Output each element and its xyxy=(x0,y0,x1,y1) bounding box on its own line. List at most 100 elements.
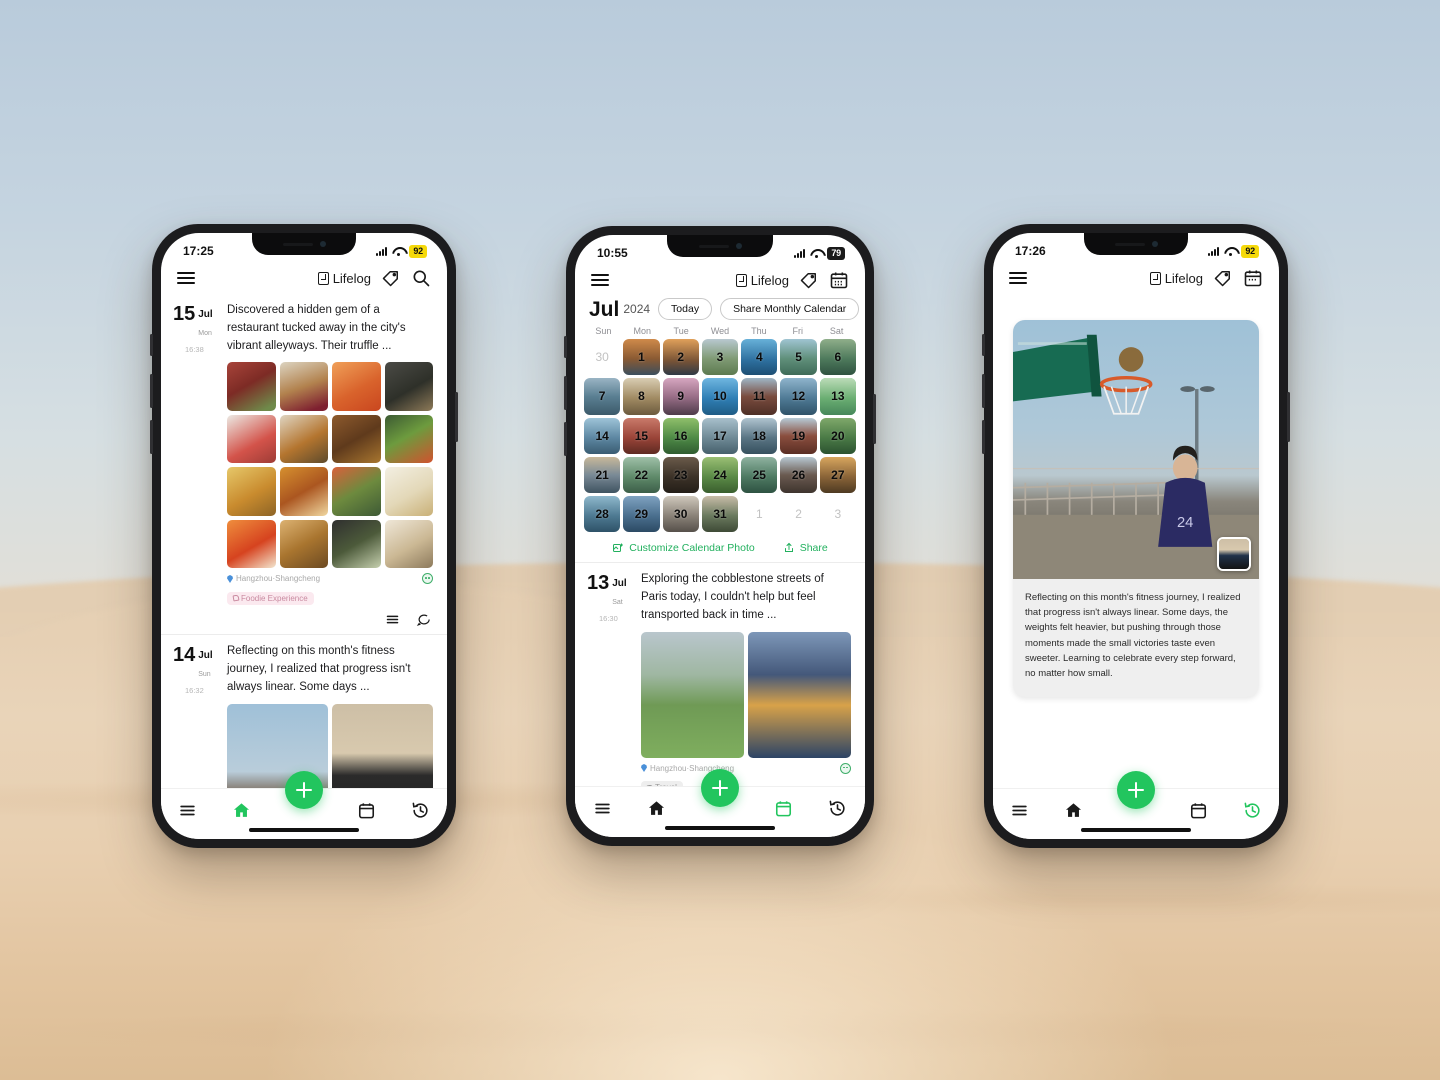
calendar-day-cell[interactable]: 7 xyxy=(584,378,621,415)
calendar-day-cell[interactable]: 3 xyxy=(701,339,739,376)
power-button[interactable] xyxy=(455,392,458,442)
calendar-day-cell[interactable]: 29 xyxy=(623,496,660,533)
calendar-day-cell[interactable]: 6 xyxy=(819,339,856,376)
photo-thumb[interactable] xyxy=(641,631,744,758)
calendar-icon[interactable] xyxy=(357,801,376,820)
menu-icon[interactable] xyxy=(591,274,609,286)
mute-switch[interactable] xyxy=(564,422,567,456)
today-button[interactable]: Today xyxy=(658,298,713,320)
calendar-day-cell[interactable]: 25 xyxy=(741,456,778,494)
calendar-day-cell[interactable]: 13 xyxy=(819,378,856,415)
menu-icon[interactable] xyxy=(177,272,195,284)
mute-switch[interactable] xyxy=(982,420,985,454)
calendar-day-cell[interactable]: 15 xyxy=(623,417,660,454)
volume-up-button[interactable] xyxy=(564,336,567,358)
photo-thumb[interactable] xyxy=(332,414,381,464)
volume-down-button[interactable] xyxy=(982,374,985,408)
calendar-day-cell[interactable]: 27 xyxy=(819,456,856,494)
calendar-day-cell[interactable]: 4 xyxy=(741,339,778,376)
feed-entry[interactable]: 14 Jul Sun 16:32 Reflecting on this mont… xyxy=(161,635,447,788)
photo-thumb[interactable] xyxy=(332,362,381,411)
tag-chip[interactable]: Foodie Experience xyxy=(227,591,314,605)
power-button[interactable] xyxy=(1287,392,1290,442)
calendar-day-cell[interactable]: 28 xyxy=(584,496,621,533)
photo-thumbnail-selector[interactable] xyxy=(1217,536,1251,571)
calendar-day-cell[interactable]: 3 xyxy=(820,496,856,532)
calendar-day-cell[interactable]: 9 xyxy=(662,378,699,415)
list-icon[interactable] xyxy=(385,612,400,627)
calendar-icon[interactable] xyxy=(1243,268,1263,288)
calendar-icon[interactable] xyxy=(829,270,849,290)
entry-photo-grid[interactable] xyxy=(227,362,433,569)
smiley-icon[interactable] xyxy=(840,762,851,774)
detail-photo[interactable]: 24 xyxy=(1013,320,1259,579)
tag-icon[interactable] xyxy=(381,268,401,288)
history-icon[interactable] xyxy=(1243,801,1262,820)
entry-feed[interactable]: 15 Jul Mon 16:38 Discovered a hidden gem… xyxy=(161,294,447,788)
share-button[interactable]: Share xyxy=(783,542,828,554)
menu-icon[interactable] xyxy=(1009,272,1027,284)
entry-photo-grid[interactable] xyxy=(227,703,433,788)
volume-up-button[interactable] xyxy=(150,334,153,356)
tag-icon[interactable] xyxy=(1213,268,1233,288)
home-icon[interactable] xyxy=(1064,801,1083,820)
calendar-day-cell[interactable]: 16 xyxy=(662,417,699,454)
photo-thumb[interactable] xyxy=(279,519,328,569)
calendar-day-cell[interactable]: 2 xyxy=(662,339,699,376)
photo-thumb[interactable] xyxy=(384,519,433,569)
calendar-day-cell[interactable]: 18 xyxy=(741,417,778,454)
calendar-day-cell[interactable]: 1 xyxy=(623,339,660,376)
share-monthly-calendar-button[interactable]: Share Monthly Calendar xyxy=(720,298,860,320)
calendar-day-cell[interactable]: 31 xyxy=(701,496,739,533)
calendar-day-cell[interactable]: 21 xyxy=(584,456,621,494)
photo-thumb[interactable] xyxy=(227,519,276,569)
add-icon[interactable] xyxy=(285,771,323,809)
calendar-grid[interactable]: 30 1 2 3 4 5 6 7 8 9 10 11 12 13 14 15 16 17 18 19 20 21 22 23 2… xyxy=(575,339,865,533)
calendar-day-cell[interactable]: 22 xyxy=(623,456,660,494)
add-icon[interactable] xyxy=(701,769,739,807)
volume-down-button[interactable] xyxy=(150,374,153,408)
photo-thumb[interactable] xyxy=(332,519,381,569)
history-icon[interactable] xyxy=(411,801,430,820)
volume-up-button[interactable] xyxy=(982,334,985,356)
photo-thumb[interactable] xyxy=(227,414,276,464)
calendar-day-cell[interactable]: 10 xyxy=(701,378,739,415)
calendar-icon[interactable] xyxy=(774,799,793,818)
home-icon[interactable] xyxy=(232,801,251,820)
photo-thumb[interactable] xyxy=(332,703,433,788)
calendar-day-cell[interactable]: 30 xyxy=(584,339,620,375)
feed-entry[interactable]: 13 Jul Sat 16:30 Exploring the cobblesto… xyxy=(575,563,865,786)
photo-thumb[interactable] xyxy=(227,467,276,516)
customize-calendar-photo-button[interactable]: Customize Calendar Photo xyxy=(612,542,755,554)
comment-icon[interactable] xyxy=(416,612,431,627)
detail-card[interactable]: 24 Reflecting on this month's fitness jo… xyxy=(1013,320,1259,698)
photo-thumb[interactable] xyxy=(279,362,328,411)
calendar-day-cell[interactable]: 14 xyxy=(584,417,621,454)
photo-thumb[interactable] xyxy=(279,467,328,516)
smiley-icon[interactable] xyxy=(422,573,433,585)
calendar-day-cell[interactable]: 11 xyxy=(741,378,778,415)
photo-thumb[interactable] xyxy=(384,414,433,464)
tag-icon[interactable] xyxy=(799,270,819,290)
calendar-day-cell[interactable]: 1 xyxy=(741,496,777,532)
list-icon[interactable] xyxy=(593,799,612,818)
photo-thumb[interactable] xyxy=(279,414,328,464)
entry-feed[interactable]: 13 Jul Sat 16:30 Exploring the cobblesto… xyxy=(575,563,865,786)
calendar-day-cell[interactable]: 17 xyxy=(701,417,739,454)
search-icon[interactable] xyxy=(411,268,431,288)
calendar-day-cell[interactable]: 23 xyxy=(662,456,699,494)
feed-entry[interactable]: 15 Jul Mon 16:38 Discovered a hidden gem… xyxy=(161,294,447,636)
calendar-day-cell[interactable]: 5 xyxy=(780,339,817,376)
power-button[interactable] xyxy=(873,394,876,444)
list-icon[interactable] xyxy=(1010,801,1029,820)
calendar-day-cell[interactable]: 2 xyxy=(780,496,816,532)
calendar-day-cell[interactable]: 24 xyxy=(701,456,739,494)
add-icon[interactable] xyxy=(1117,771,1155,809)
calendar-day-cell[interactable]: 19 xyxy=(780,417,817,454)
calendar-day-cell[interactable]: 12 xyxy=(780,378,817,415)
calendar-day-cell[interactable]: 8 xyxy=(623,378,660,415)
photo-thumb[interactable] xyxy=(384,467,433,516)
history-icon[interactable] xyxy=(828,799,847,818)
photo-thumb[interactable] xyxy=(748,631,851,758)
mute-switch[interactable] xyxy=(150,420,153,454)
